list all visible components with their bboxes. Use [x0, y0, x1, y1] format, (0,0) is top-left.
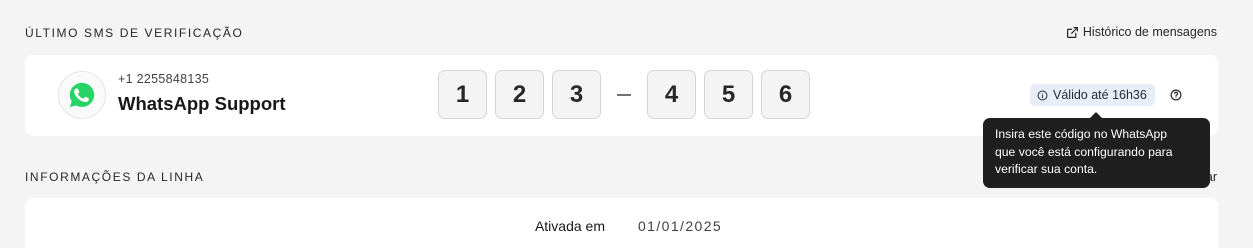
sender-avatar [58, 71, 106, 119]
sms-section-title: ÚLTIMO SMS DE VERIFICAÇÃO [25, 26, 244, 40]
line-info-card: Ativada em 01/01/2025 [25, 198, 1218, 248]
whatsapp-icon [69, 82, 95, 108]
external-link-icon [1066, 26, 1078, 38]
code-digit[interactable]: 6 [761, 70, 810, 119]
code-digit[interactable]: 3 [552, 70, 601, 119]
code-separator [617, 93, 631, 96]
verification-code: 1 2 3 4 5 6 [438, 70, 818, 119]
history-link-label: Histórico de mensagens [1082, 25, 1217, 39]
validity-badge: Válido até 16h36 [1030, 84, 1155, 106]
sender-name: WhatsApp Support [118, 93, 286, 114]
code-digit[interactable]: 1 [438, 70, 487, 119]
activated-label: Ativada em [534, 218, 605, 234]
code-digit[interactable]: 5 [704, 70, 753, 119]
activated-value: 01/01/2025 [638, 218, 723, 234]
help-tooltip: Insira este código no WhatsApp que você … [983, 118, 1210, 188]
question-circle-icon[interactable] [1170, 89, 1182, 101]
info-icon [1037, 89, 1048, 101]
code-digit[interactable]: 4 [647, 70, 696, 119]
validity-text: Válido até 16h36 [1053, 88, 1147, 102]
message-history-link[interactable]: Histórico de mensagens [1066, 25, 1217, 39]
sender-phone: +1 2255848135 [118, 72, 210, 86]
code-digit[interactable]: 2 [495, 70, 544, 119]
line-info-section-title: INFORMAÇÕES DA LINHA [25, 170, 205, 184]
